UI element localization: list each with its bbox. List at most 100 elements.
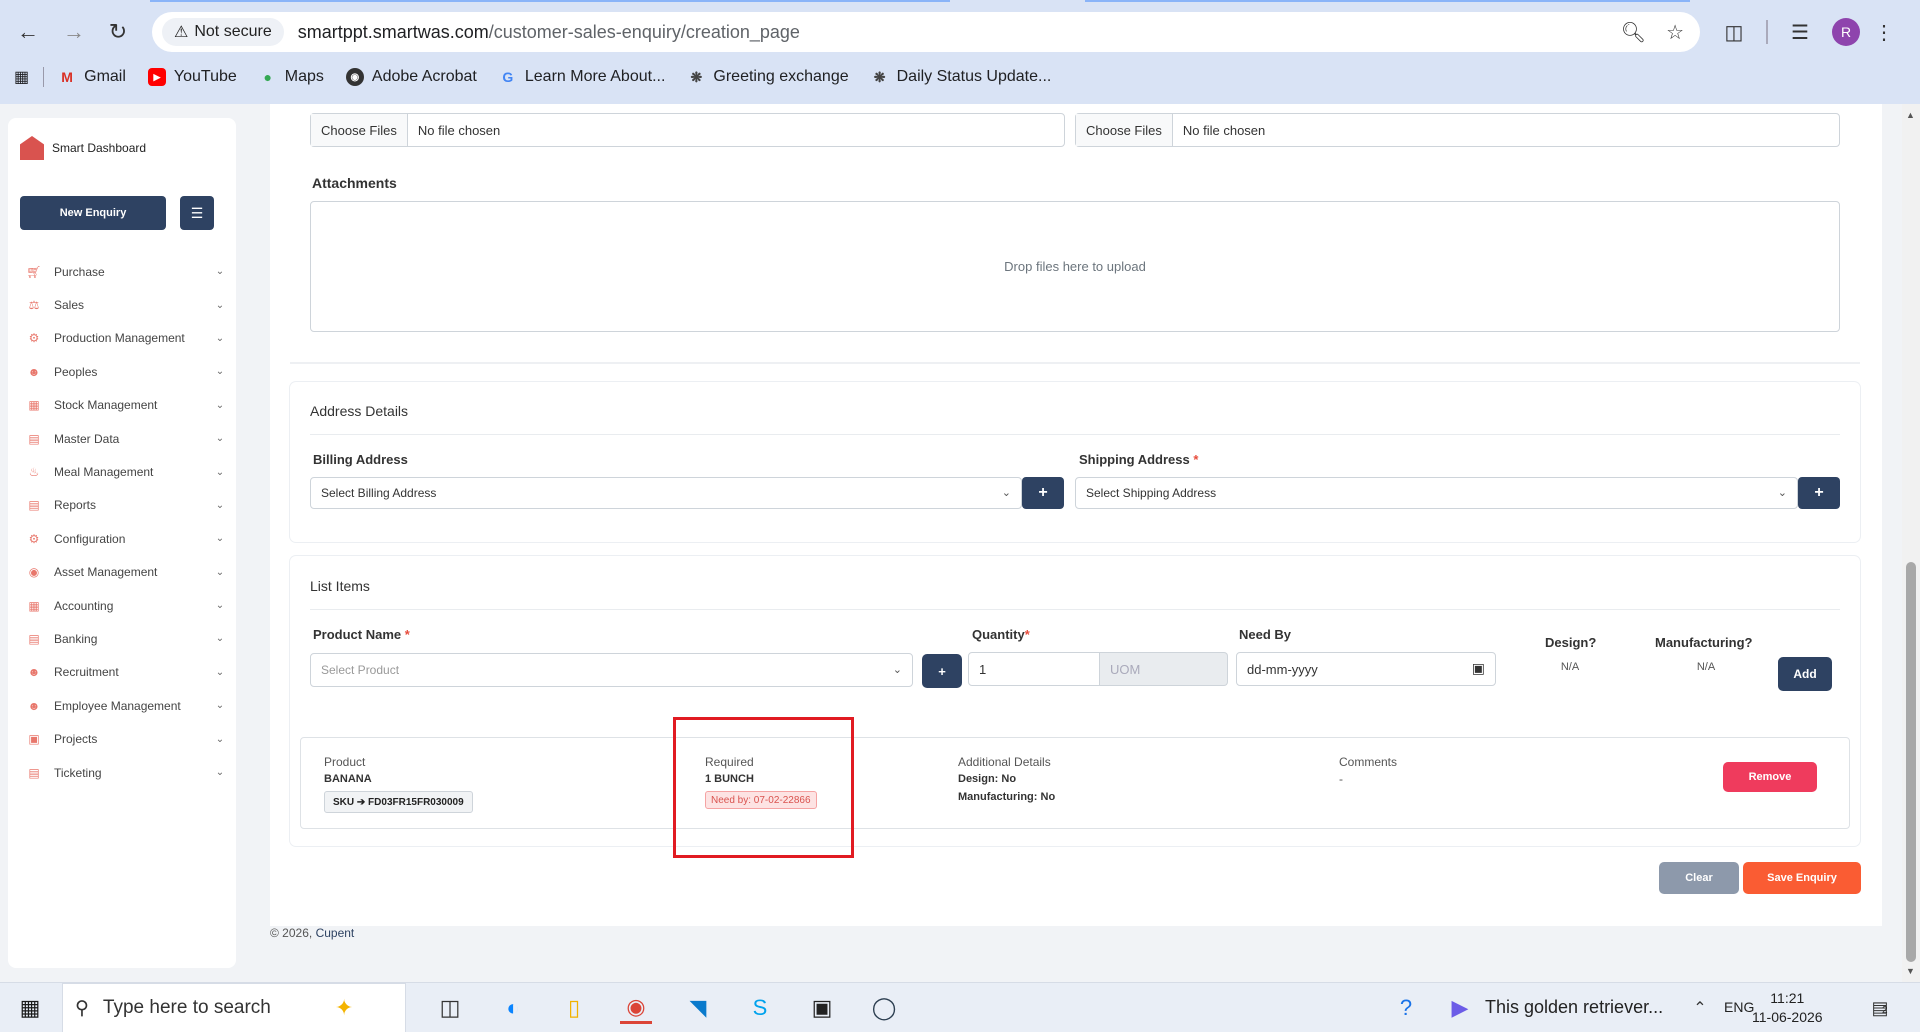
taskbar-search[interactable]: ⚲ Type here to search ✦ (62, 983, 406, 1032)
sidebar-item-ticketing[interactable]: ▤ Ticketing ⌄ (26, 756, 226, 789)
highlight-box (673, 717, 854, 858)
clear-button[interactable]: Clear (1659, 862, 1739, 894)
zoom-icon[interactable]: 🔍︎ (1621, 20, 1646, 45)
vscode-icon[interactable]: ◥ (682, 992, 714, 1024)
sidebar-item-label: Configuration (54, 531, 126, 546)
scroll-down-icon[interactable]: ▼ (1906, 966, 1915, 976)
notification-center-icon[interactable]: ▤ (1864, 992, 1896, 1024)
media-icon[interactable]: ▶ (1444, 992, 1476, 1024)
add-shipping-address-button[interactable]: + (1798, 477, 1840, 509)
brand[interactable]: Smart Dashboard (20, 136, 146, 160)
bookmark-star-icon[interactable]: ☆ (1666, 20, 1684, 45)
choose-files-button[interactable]: Choose Files (311, 114, 408, 146)
sidebar-item-label: Stock Management (54, 398, 158, 413)
kebab-menu-icon[interactable]: ⋮ (1874, 18, 1894, 46)
task-view-icon[interactable]: ◫ (434, 992, 466, 1024)
chevron-down-icon: ⌄ (215, 399, 225, 411)
master-data-icon: ▤ (28, 431, 40, 446)
bookmark-adobe-acrobat[interactable]: ◉ Adobe Acrobat (345, 68, 477, 86)
sidebar-item-asset-management[interactable]: ◉ Asset Management ⌄ (26, 556, 226, 589)
shipping-address-select[interactable]: Select Shipping Address ⌄ (1075, 477, 1798, 509)
asset-icon: ◉ (28, 565, 40, 580)
sidebar-item-production-management[interactable]: ⚙ Production Management ⌄ (26, 322, 226, 355)
back-icon[interactable]: ← (14, 18, 42, 46)
eclipse-icon[interactable]: ◯ (868, 992, 900, 1024)
file-input-left[interactable]: Choose Files No file chosen (310, 113, 1065, 147)
address-bar[interactable]: ⚠ Not secure smartppt.smartwas.com/custo… (152, 12, 1700, 52)
language-indicator[interactable]: ENG (1724, 999, 1754, 1015)
hamburger-menu-icon[interactable]: ☰ (180, 196, 214, 230)
bookmark-daily-status[interactable]: ❋ Daily Status Update... (871, 68, 1052, 86)
sidebar-item-recruitment[interactable]: ☻ Recruitment ⌄ (26, 656, 226, 689)
remove-button[interactable]: Remove (1723, 762, 1817, 792)
quantity-input[interactable]: 1 (968, 652, 1100, 686)
bookmark-greeting-exchange[interactable]: ❋ Greeting exchange (687, 68, 849, 86)
apps-grid-icon[interactable]: ▦ (14, 67, 29, 87)
skype-icon[interactable]: S (744, 992, 776, 1024)
chevron-down-icon: ⌄ (215, 767, 225, 779)
scroll-up-icon[interactable]: ▲ (1906, 110, 1915, 120)
save-enquiry-button[interactable]: Save Enquiry (1743, 862, 1861, 894)
add-product-button[interactable]: + (922, 654, 962, 688)
security-chip[interactable]: ⚠ Not secure (162, 18, 284, 46)
bookmark-learn-more[interactable]: G Learn More About... (499, 68, 665, 86)
bookmark-gmail[interactable]: M Gmail (58, 68, 126, 86)
file-input-right[interactable]: Choose Files No file chosen (1075, 113, 1840, 147)
attachments-dropzone[interactable]: Drop files here to upload (310, 201, 1840, 332)
chevron-down-icon: ⌄ (215, 600, 225, 612)
sticky-notes-icon[interactable]: ▣ (806, 992, 838, 1024)
bookmark-youtube[interactable]: ▶ YouTube (147, 68, 237, 86)
edge-icon[interactable]: ◐ (497, 992, 529, 1024)
extensions-icon[interactable]: ◫ (1720, 18, 1748, 46)
reload-icon[interactable]: ↻ (104, 18, 132, 46)
page-scrollbar[interactable]: ▲ ▼ (1902, 104, 1920, 982)
company-link[interactable]: Cupent (316, 926, 355, 940)
sidebar-item-reports[interactable]: ▤ Reports ⌄ (26, 489, 226, 522)
sidebar-item-projects[interactable]: ▣ Projects ⌄ (26, 722, 226, 755)
sidebar-item-sales[interactable]: ⚖ Sales ⌄ (26, 288, 226, 321)
scroll-thumb[interactable] (1906, 562, 1916, 962)
sidebar-item-master-data[interactable]: ▤ Master Data ⌄ (26, 422, 226, 455)
list-items-title: List Items (310, 578, 370, 594)
search-icon: ⚲ (75, 997, 89, 1019)
url-text[interactable]: smartppt.smartwas.com/customer-sales-enq… (298, 22, 800, 43)
need-by-date-input[interactable]: dd-mm-yyyy ▣ (1236, 652, 1496, 686)
sidebar-item-peoples[interactable]: ☻ Peoples ⌄ (26, 355, 226, 388)
bookmark-maps[interactable]: ● Maps (259, 68, 324, 86)
quantity-label: Quantity* (972, 627, 1030, 642)
ticketing-icon: ▤ (28, 765, 40, 780)
product-select[interactable]: Select Product ⌄ (310, 653, 913, 687)
file-explorer-icon[interactable]: ▯ (558, 992, 590, 1024)
sidebar-item-purchase[interactable]: 🛒︎ Purchase ⌄ (26, 255, 226, 288)
add-item-button[interactable]: Add (1778, 657, 1832, 691)
new-enquiry-button[interactable]: New Enquiry (20, 196, 166, 230)
notification-text[interactable]: This golden retriever... (1485, 997, 1663, 1018)
choose-files-button[interactable]: Choose Files (1076, 114, 1173, 146)
sidebar-item-configuration[interactable]: ⚙ Configuration ⌄ (26, 522, 226, 555)
sidebar: Smart Dashboard New Enquiry ☰ 🛒︎ Purchase… (8, 118, 236, 968)
product-name-label: Product Name * (313, 627, 410, 642)
sidebar-item-banking[interactable]: ▤ Banking ⌄ (26, 622, 226, 655)
sidebar-item-accounting[interactable]: ▦ Accounting ⌄ (26, 589, 226, 622)
calendar-icon[interactable]: ▣ (1472, 660, 1485, 677)
chevron-down-icon: ⌄ (215, 633, 225, 645)
sidebar-item-label: Peoples (54, 364, 98, 379)
add-billing-address-button[interactable]: + (1022, 477, 1064, 509)
media-control-icon[interactable]: ☰ (1786, 18, 1814, 46)
sidebar-item-stock-management[interactable]: ▦ Stock Management ⌄ (26, 389, 226, 422)
bookmarks-bar: ▦ M Gmail ▶ YouTube ● Maps ◉ Adobe Acrobat G… (0, 62, 1073, 92)
manufacturing-label: Manufacturing? (1655, 635, 1753, 650)
tab-strip (1085, 0, 1690, 2)
help-icon[interactable]: ? (1390, 992, 1422, 1024)
divider (43, 67, 45, 87)
sidebar-item-employee-management[interactable]: ☻ Employee Management ⌄ (26, 689, 226, 722)
forward-icon[interactable]: → (60, 18, 88, 46)
product-value: BANANA (324, 773, 372, 785)
billing-address-select[interactable]: Select Billing Address ⌄ (310, 477, 1022, 509)
sidebar-item-meal-management[interactable]: ♨ Meal Management ⌄ (26, 455, 226, 488)
chevron-up-icon[interactable]: ⌃ (1684, 992, 1716, 1024)
profile-avatar[interactable]: R (1832, 18, 1860, 46)
windows-start-icon[interactable]: ▦ (14, 992, 46, 1024)
chrome-icon[interactable]: ◉ (620, 992, 652, 1024)
clock[interactable]: 11:21 11-06-2026 (1752, 989, 1823, 1027)
